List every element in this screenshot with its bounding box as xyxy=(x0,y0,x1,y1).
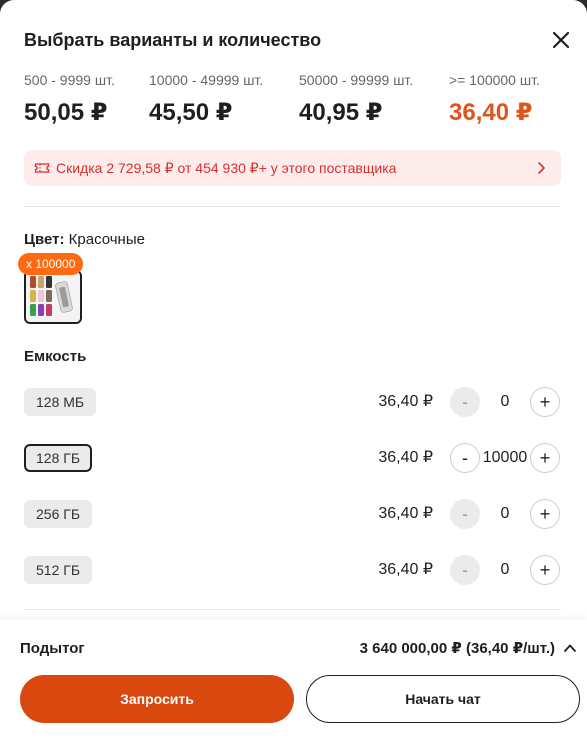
quantity-stepper: - + xyxy=(450,387,560,417)
price-tiers: 500 - 9999 шт. 50,05 ₽ 10000 - 49999 шт.… xyxy=(24,72,573,132)
subtotal-label: Подытог xyxy=(20,640,85,657)
variant-chip[interactable]: 256 ГБ xyxy=(24,500,93,528)
request-button[interactable]: Запросить xyxy=(20,675,294,723)
variant-price: 36,40 ₽ xyxy=(378,449,433,466)
variant-selector-sheet: Выбрать варианты и количество 500 - 9999… xyxy=(0,0,587,742)
quantity-input[interactable] xyxy=(480,499,530,529)
increment-button[interactable]: + xyxy=(530,387,560,417)
divider xyxy=(24,609,561,610)
variant-row: 128 МБ 36,40 ₽ - + xyxy=(24,387,561,417)
tier-range: 10000 - 49999 шт. xyxy=(149,72,264,88)
quantity-stepper: - + xyxy=(450,499,560,529)
variant-price: 36,40 ₽ xyxy=(378,505,433,522)
color-thumbnail[interactable] xyxy=(24,270,82,324)
variant-row: 256 ГБ 36,40 ₽ - + xyxy=(24,499,561,529)
discount-text: Скидка 2 729,58 ₽ от 454 930 ₽+ у этого … xyxy=(56,160,397,176)
decrement-button[interactable]: - xyxy=(450,443,480,473)
quantity-badge: x 100000 xyxy=(18,253,84,275)
supplier-discount-banner[interactable]: Скидка 2 729,58 ₽ от 454 930 ₽+ у этого … xyxy=(24,150,561,186)
tier-price: 36,40 ₽ xyxy=(449,99,533,126)
close-icon[interactable] xyxy=(549,28,573,52)
increment-button[interactable]: + xyxy=(530,443,560,473)
variant-price: 36,40 ₽ xyxy=(378,561,433,578)
decrement-button[interactable]: - xyxy=(450,499,480,529)
increment-button[interactable]: + xyxy=(530,499,560,529)
decrement-button[interactable]: - xyxy=(450,555,480,585)
coupon-icon xyxy=(34,160,50,181)
flash-drives-image xyxy=(26,272,80,322)
increment-button[interactable]: + xyxy=(530,555,560,585)
variant-chip[interactable]: 512 ГБ xyxy=(24,556,93,584)
quantity-stepper: - + xyxy=(450,443,560,473)
tier-price: 50,05 ₽ xyxy=(24,99,108,126)
tier-range: >= 100000 шт. xyxy=(449,72,540,88)
color-selection: Цвет: Красочные xyxy=(24,231,145,249)
variant-row: 512 ГБ 36,40 ₽ - + xyxy=(24,555,561,585)
capacity-title: Емкость xyxy=(24,348,87,365)
divider xyxy=(24,206,561,207)
order-footer: Подытог 3 640 000,00 ₽ (36,40 ₽/шт.) Зап… xyxy=(0,620,587,742)
color-label: Цвет: xyxy=(24,231,65,248)
color-value: Красочные xyxy=(68,231,145,248)
variant-row: 128 ГБ 36,40 ₽ - + xyxy=(24,443,561,473)
sheet-title: Выбрать варианты и количество xyxy=(24,30,322,50)
chevron-right-icon xyxy=(533,160,549,181)
quantity-stepper: - + xyxy=(450,555,560,585)
subtotal-value: 3 640 000,00 ₽ (36,40 ₽/шт.) xyxy=(359,640,555,657)
price-tier-best: >= 100000 шт. 36,40 ₽ xyxy=(449,72,540,128)
sheet-header: Выбрать варианты и количество xyxy=(24,28,573,54)
decrement-button[interactable]: - xyxy=(450,387,480,417)
variant-price: 36,40 ₽ xyxy=(378,393,433,410)
tier-range: 50000 - 99999 шт. xyxy=(299,72,414,88)
price-tier: 10000 - 49999 шт. 45,50 ₽ xyxy=(149,72,263,128)
chevron-up-icon[interactable] xyxy=(563,641,577,660)
quantity-input[interactable] xyxy=(480,443,530,473)
tier-range: 500 - 9999 шт. xyxy=(24,72,115,88)
price-tier: 500 - 9999 шт. 50,05 ₽ xyxy=(24,72,115,128)
price-tier: 50000 - 99999 шт. 40,95 ₽ xyxy=(299,72,413,128)
variant-chip[interactable]: 128 МБ xyxy=(24,388,97,416)
quantity-input[interactable] xyxy=(480,387,530,417)
start-chat-button[interactable]: Начать чат xyxy=(306,675,580,723)
tier-price: 45,50 ₽ xyxy=(149,99,233,126)
variant-chip-selected[interactable]: 128 ГБ xyxy=(24,444,93,472)
tier-price: 40,95 ₽ xyxy=(299,99,383,126)
quantity-input[interactable] xyxy=(480,555,530,585)
